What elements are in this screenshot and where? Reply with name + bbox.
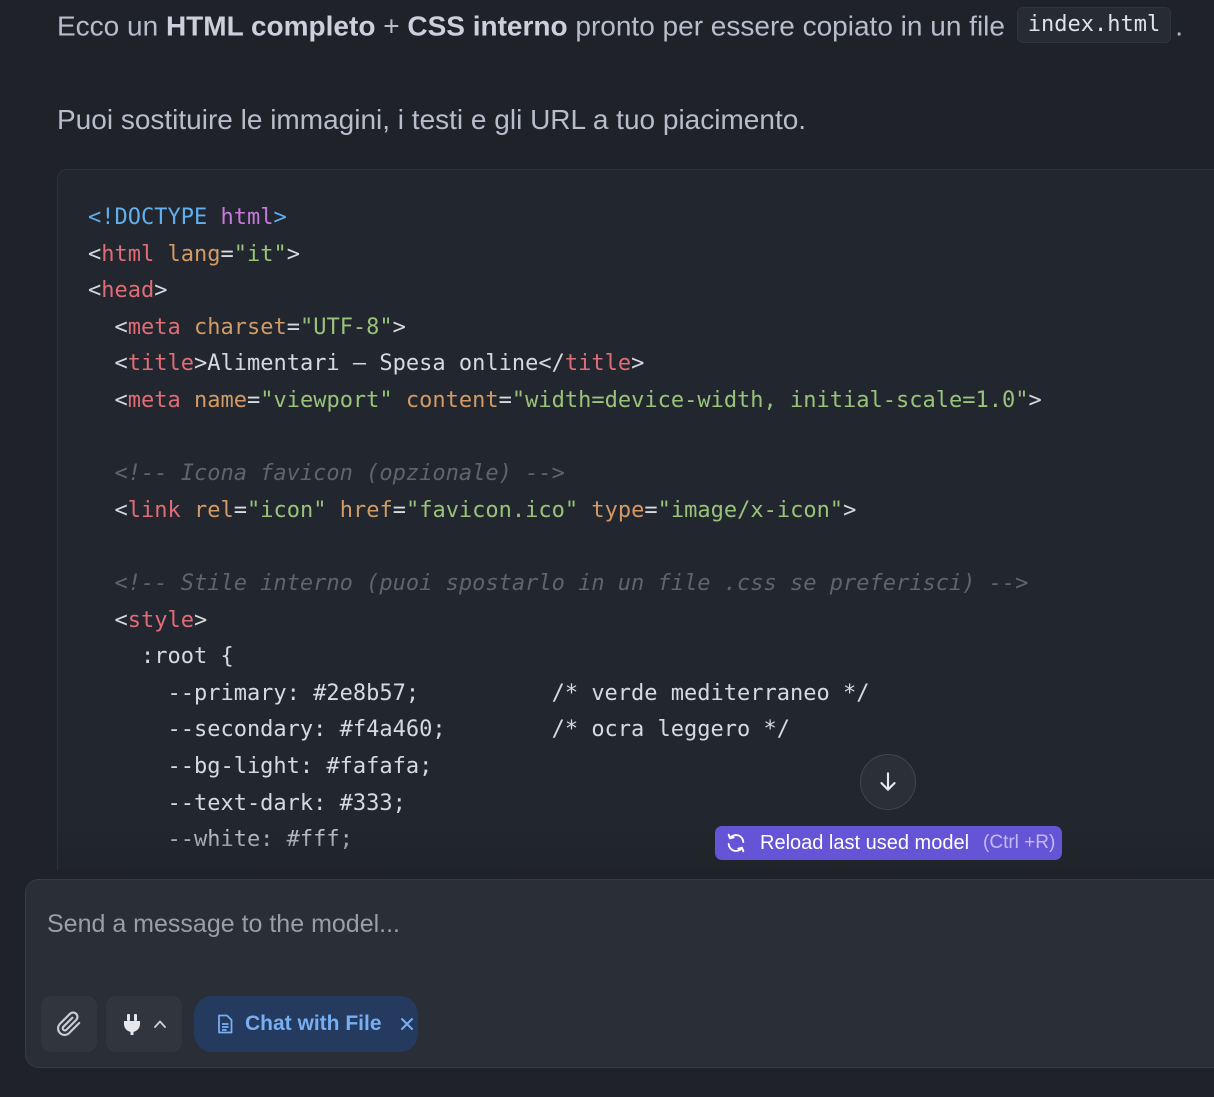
inline-code: index.html	[1016, 7, 1172, 43]
text-run: +	[375, 10, 408, 42]
text-run: Ecco un	[57, 10, 166, 42]
chip-label: Chat with File	[245, 1012, 382, 1035]
code-line: <style>	[88, 607, 208, 633]
message-paragraph: Puoi sostituire le immagini, i testi e g…	[57, 104, 807, 135]
code-line: <!-- Stile interno (puoi spostarlo in un…	[88, 570, 1029, 596]
code-line: <title>Alimentari – Spesa online</title>	[88, 351, 645, 377]
scroll-to-bottom-button[interactable]	[860, 754, 916, 810]
plug-icon	[124, 1014, 140, 1035]
text-run: .	[1175, 10, 1183, 42]
paperclip-icon	[57, 1011, 81, 1036]
code-line: <link rel="icon" href="favicon.ico" type…	[88, 497, 857, 523]
code-block: <!DOCTYPE html> <html lang="it"> <head> <m…	[57, 169, 1214, 870]
bold-text: CSS interno	[407, 10, 568, 42]
code-line: --secondary: #f4a460; /* ocra leggero */	[88, 717, 790, 743]
bold-text: HTML completo	[165, 10, 376, 42]
refresh-icon	[727, 833, 745, 853]
reload-model-button[interactable]: Reload last used model (Ctrl +R)	[715, 826, 1062, 860]
code-line: <head>	[88, 278, 168, 304]
chevron-up-icon	[154, 1020, 166, 1028]
attach-file-button[interactable]	[41, 996, 97, 1052]
code-line: <!-- Icona favicon (opzionale) -->	[88, 461, 565, 487]
message-input[interactable]	[47, 904, 1047, 944]
code-line: --primary: #2e8b57; /* verde mediterrane…	[88, 680, 870, 706]
chat-with-file-chip[interactable]: Chat with File	[194, 996, 418, 1052]
chat-transcript: Ecco un HTML completo + CSS interno pron…	[0, 0, 1214, 870]
remove-chip-button[interactable]	[400, 1017, 414, 1031]
integrations-button[interactable]	[106, 996, 182, 1052]
arrow-down-icon	[880, 772, 896, 791]
message-paragraph: Ecco un HTML completo + CSS interno pron…	[57, 7, 1183, 46]
code-line: :root {	[88, 644, 234, 670]
text-run: pronto per essere copiato in un file	[567, 10, 1013, 42]
code-line: <!DOCTYPE html>	[88, 205, 287, 230]
code-line: <meta charset="UTF-8">	[88, 314, 406, 340]
close-icon	[400, 1018, 413, 1030]
message-composer: Chat with File	[25, 879, 1214, 1068]
code-line: <meta name="viewport" content="width=dev…	[88, 387, 1042, 413]
document-icon	[218, 1014, 233, 1034]
reload-shortcut: (Ctrl +R)	[983, 832, 1056, 853]
code-line: <html lang="it">	[88, 241, 300, 267]
reload-label: Reload last used model	[760, 831, 970, 854]
